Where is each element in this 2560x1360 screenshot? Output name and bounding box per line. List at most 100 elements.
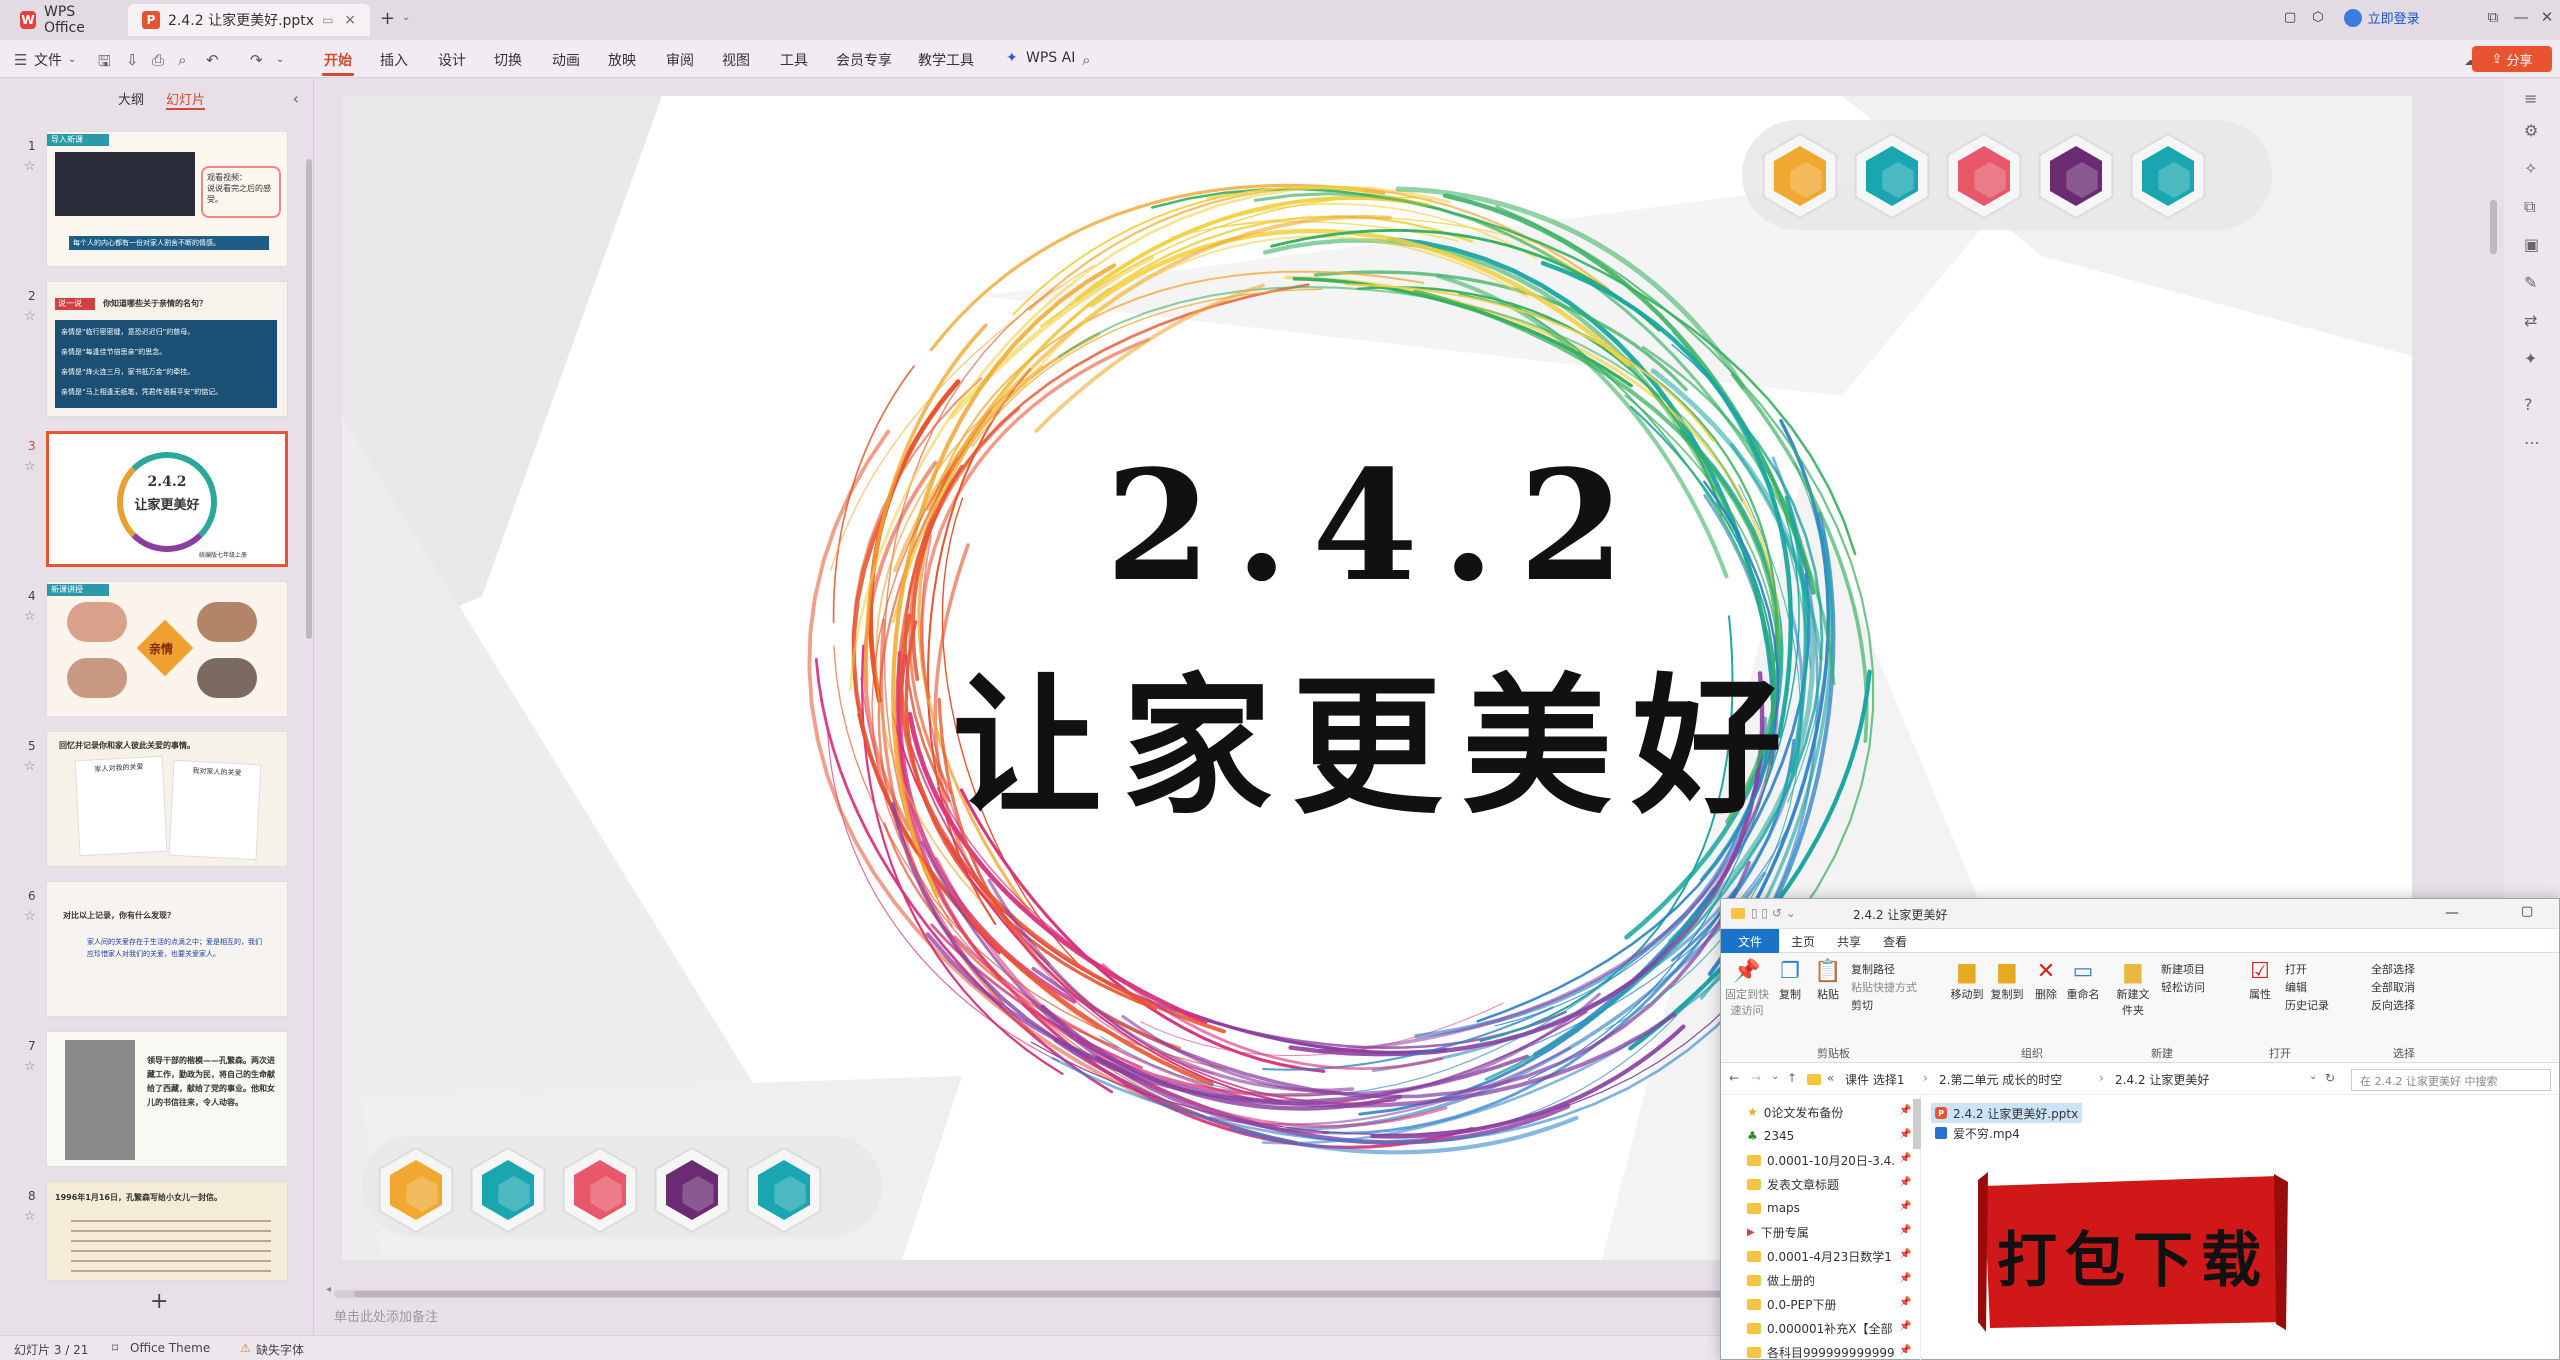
- print-icon[interactable]: ⎙: [152, 51, 164, 69]
- pin-icon[interactable]: 📌: [1899, 1153, 1911, 1164]
- back-icon[interactable]: ←: [1729, 1071, 1739, 1085]
- slide-thumbnail[interactable]: 领导干部的楷模——孔繁森。两次进藏工作，勤政为民，将自己的生命献给了西藏，献给了…: [46, 1031, 288, 1167]
- slide-thumbnail-row[interactable]: 2 ☆ 说一说 你知道哪些关于亲情的名句？ 亲情是“临行密密缝，意恐迟迟归”的慈…: [0, 281, 300, 421]
- more-icon[interactable]: ⋯: [2524, 433, 2540, 452]
- explorer-search-input[interactable]: 在 2.4.2 让家更美好 中搜索: [2351, 1069, 2551, 1091]
- tab-home[interactable]: 主页: [1791, 933, 1815, 950]
- file-item-pptx[interactable]: P 2.4.2 让家更美好.pptx: [1931, 1103, 2083, 1123]
- magic-wand-icon[interactable]: ✎: [2524, 273, 2537, 292]
- restore-icon[interactable]: ⧉: [2478, 8, 2508, 26]
- quick-access-toolbar-icon[interactable]: ▯ ▯ ↺ ⌄: [1751, 906, 1796, 920]
- help-icon[interactable]: ?: [2524, 395, 2533, 414]
- nav-folder-item[interactable]: ★ 0论文发布备份: [1747, 1101, 1907, 1123]
- vertical-scrollbar[interactable]: [2490, 200, 2497, 254]
- up-icon[interactable]: ↑: [1787, 1071, 1797, 1085]
- slide-thumbnail-row[interactable]: 5 ☆ 回忆并记录你和家人彼此关爱的事情。 家人对我的关爱 我对家人的关爱: [0, 731, 300, 871]
- slide-main-title[interactable]: 让家更美好: [342, 626, 2412, 843]
- nav-folder-item[interactable]: 做上册的: [1747, 1269, 1907, 1291]
- share-button[interactable]: ⇪ 分享: [2472, 46, 2552, 72]
- pin-icon[interactable]: 📌: [1899, 1201, 1911, 1212]
- add-slide-button[interactable]: +: [150, 1289, 168, 1314]
- pin-icon[interactable]: 📌: [1899, 1105, 1911, 1116]
- cut-button[interactable]: 剪切: [1851, 997, 1873, 1013]
- delete-button[interactable]: ✕ 删除: [2031, 959, 2061, 1002]
- breadcrumb-item[interactable]: 2.第二单元 成长的时空: [1939, 1071, 2062, 1088]
- address-dropdown-icon[interactable]: ⌄: [2309, 1071, 2317, 1082]
- pin-icon[interactable]: 📌: [1899, 1249, 1911, 1260]
- lightbulb-icon[interactable]: ✦: [2524, 349, 2537, 368]
- tab-document[interactable]: P 2.4.2 让家更美好.pptx ▭ ×: [128, 4, 370, 36]
- paste-shortcut-button[interactable]: 粘贴快捷方式: [1851, 979, 1917, 995]
- collapse-panel-icon[interactable]: ‹: [293, 89, 299, 108]
- pin-icon[interactable]: 📌: [1899, 1273, 1911, 1284]
- menu-file[interactable]: 文件: [34, 50, 62, 70]
- share-panel-icon[interactable]: ⇄: [2524, 311, 2537, 330]
- copy-path-button[interactable]: 复制路径: [1851, 961, 1895, 977]
- menu-insert[interactable]: 插入: [380, 50, 408, 70]
- select-all-button[interactable]: 全部选择: [2371, 961, 2415, 977]
- nav-folder-item[interactable]: 0.0001-10月20日-3.4.: [1747, 1149, 1907, 1171]
- open-button[interactable]: 打开: [2285, 961, 2307, 977]
- breadcrumb-item[interactable]: 2.4.2 让家更美好: [2115, 1071, 2209, 1088]
- download-badge[interactable]: 打包下载: [1978, 1172, 2288, 1332]
- menu-teaching-tools[interactable]: 教学工具: [918, 50, 974, 70]
- tab-outline[interactable]: 大纲: [118, 89, 144, 110]
- tab-dropdown-icon[interactable]: ⌄: [402, 12, 410, 23]
- copy-to-button[interactable]: ▆ 复制到: [1987, 959, 2027, 1002]
- nav-folder-item[interactable]: maps: [1747, 1197, 1907, 1219]
- slide-thumbnail-row[interactable]: 4 ☆ 新课讲授 亲情: [0, 581, 300, 721]
- slide-thumbnail-row[interactable]: 7 ☆ 领导干部的楷模——孔繁森。两次进藏工作，勤政为民，将自己的生命献给了西藏…: [0, 1031, 300, 1171]
- menu-animation[interactable]: 动画: [552, 50, 580, 70]
- undo-icon[interactable]: ↶: [206, 51, 219, 69]
- copy-icon[interactable]: ⧉: [2524, 197, 2535, 217]
- slide-thumbnail[interactable]: 回忆并记录你和家人彼此关爱的事情。 家人对我的关爱 我对家人的关爱: [46, 731, 288, 867]
- nav-folder-item[interactable]: 0.000001补充X【全部: [1747, 1317, 1907, 1339]
- nav-folder-item[interactable]: 0.0-PEP下册: [1747, 1293, 1907, 1315]
- missing-font[interactable]: 缺失字体: [256, 1341, 304, 1358]
- move-to-button[interactable]: ▆ 移动到: [1947, 959, 1987, 1002]
- pin-icon[interactable]: 📌: [1899, 1321, 1911, 1332]
- star-icon[interactable]: ☆: [24, 309, 36, 324]
- slide-thumbnail-selected[interactable]: 2.4.2 让家更美好 统编版七年级上册: [46, 431, 288, 567]
- theme-name[interactable]: Office Theme: [130, 1341, 210, 1355]
- rename-button[interactable]: ▭ 重命名: [2063, 959, 2103, 1002]
- star-icon[interactable]: ☆: [24, 159, 36, 174]
- pin-icon[interactable]: 📌: [1899, 1177, 1911, 1188]
- menu-transition[interactable]: 切换: [494, 50, 522, 70]
- forward-icon[interactable]: →: [1751, 1071, 1761, 1085]
- tab-file[interactable]: 文件: [1721, 929, 1779, 953]
- avatar[interactable]: [2343, 8, 2362, 27]
- wps-ai-icon[interactable]: ✦: [1006, 50, 1018, 66]
- new-folder-button[interactable]: ▆ 新建文件夹: [2113, 959, 2153, 1018]
- slide-thumbnail[interactable]: 对比以上记录，你有什么发现？ 家人间的关爱存在于生活的点滴之中；爱是相互的，我们…: [46, 881, 288, 1017]
- select-none-button[interactable]: 全部取消: [2371, 979, 2415, 995]
- menu-home[interactable]: 开始: [324, 50, 352, 70]
- slide-thumbnail[interactable]: 导入新课 观看视频： 说说看完之后的感受。 每个人的内心都有一份对家人割舍不断的情…: [46, 131, 288, 267]
- nav-folder-item[interactable]: ▶ 下册专属: [1747, 1221, 1907, 1243]
- slide-thumbnail-row[interactable]: 6 ☆ 对比以上记录，你有什么发现？ 家人间的关爱存在于生活的点滴之中；爱是相互…: [0, 881, 300, 1021]
- paste-button[interactable]: 📋 粘贴: [1811, 959, 1845, 1002]
- slide-thumbnail[interactable]: 1996年1月16日，孔繁森写给小女儿一封信。: [46, 1181, 288, 1281]
- tab-slides[interactable]: 幻灯片: [166, 89, 206, 110]
- tab-view[interactable]: 查看: [1883, 933, 1907, 950]
- copy-button[interactable]: ❐ 复制: [1773, 959, 1807, 1002]
- star-icon[interactable]: ☆: [24, 759, 36, 774]
- monitor-icon[interactable]: ▭: [322, 13, 333, 27]
- save-icon[interactable]: 🖫: [98, 51, 111, 76]
- nav-folder-item[interactable]: ♣ 2345: [1747, 1125, 1907, 1147]
- star-icon[interactable]: ☆: [24, 1059, 36, 1074]
- pin-icon[interactable]: 📌: [1899, 1345, 1911, 1356]
- slide-thumbnail[interactable]: 说一说 你知道哪些关于亲情的名句？ 亲情是“临行密密缝，意恐迟迟归”的慈母。 亲…: [46, 281, 288, 417]
- tab-share[interactable]: 共享: [1837, 933, 1861, 950]
- window-layout-icon[interactable]: ▢: [2284, 10, 2296, 25]
- breadcrumb-overflow[interactable]: «: [1827, 1071, 1834, 1085]
- nav-folder-item[interactable]: 发表文章标题: [1747, 1173, 1907, 1195]
- star-icon[interactable]: ☆: [24, 459, 36, 474]
- new-item-button[interactable]: 新建项目: [2161, 961, 2205, 977]
- login-link[interactable]: 立即登录: [2368, 8, 2420, 27]
- slide-thumbnail[interactable]: 新课讲授 亲情: [46, 581, 288, 717]
- star-magic-icon[interactable]: ✧: [2524, 159, 2537, 178]
- menu-design[interactable]: 设计: [438, 50, 466, 70]
- slide-thumbnail-row[interactable]: 1 ☆ 导入新课 观看视频： 说说看完之后的感受。 每个人的内心都有一份对家人割舍…: [0, 131, 300, 271]
- menu-view[interactable]: 视图: [722, 50, 750, 70]
